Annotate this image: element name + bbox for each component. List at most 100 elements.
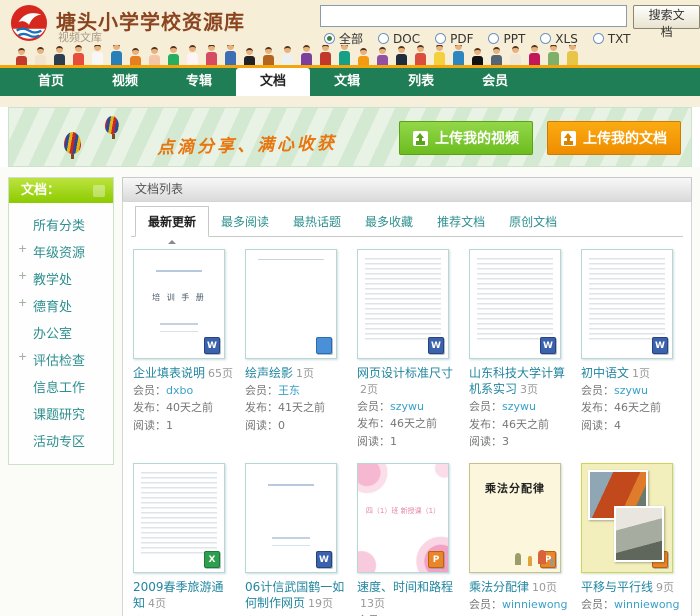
balloon-icon <box>64 132 81 159</box>
document-thumbnail[interactable]: X <box>133 463 225 574</box>
member-link[interactable]: dxbo <box>166 384 193 397</box>
document-thumbnail[interactable]: W <box>245 463 337 574</box>
document-card: W 山东科技大学计算机系实习 3页 会员：szywu 发布：46天之前 阅读：3 <box>469 249 569 449</box>
published-row: 发布：46天之前 <box>581 401 681 415</box>
panel-body: 最新更新 最多阅读 最热话题 最多收藏 推荐文档 原创文档 培 训 手 册 W … <box>122 201 692 616</box>
sidebar-item-activity-zone[interactable]: 活动专区 <box>9 427 113 454</box>
sidebar-item-info-work[interactable]: 信息工作 <box>9 373 113 400</box>
tab-original[interactable]: 原创文档 <box>497 207 569 236</box>
sidebar-item-evaluation-check[interactable]: + 评估检查 <box>9 346 113 373</box>
sidebar-item-label: 课题研究 <box>33 408 86 423</box>
sidebar-item-teaching-office[interactable]: + 教学处 <box>9 265 113 292</box>
published-label: 发布： <box>469 417 502 431</box>
document-title-link[interactable]: 平移与平行线 <box>581 580 653 594</box>
sidebar-item-office[interactable]: 办公室 <box>9 319 113 346</box>
document-thumbnail[interactable]: 培 训 手 册 W <box>133 249 225 359</box>
member-label: 会员： <box>245 384 278 398</box>
nav-item-list[interactable]: 列表 <box>384 68 458 96</box>
sidebar-item-all-categories[interactable]: 所有分类 <box>9 211 113 238</box>
document-title-link[interactable]: 企业填表说明 <box>133 366 205 380</box>
document-thumbnail[interactable] <box>245 249 337 359</box>
document-title-link[interactable]: 乘法分配律 <box>469 580 529 594</box>
search-input[interactable] <box>320 5 628 27</box>
filter-ppt[interactable]: PPT <box>488 32 525 46</box>
member-link[interactable]: winniewong <box>614 598 680 611</box>
document-thumbnail[interactable]: 乘法分配律 P <box>469 463 561 574</box>
nav-item-documents[interactable]: 文档 <box>236 68 311 96</box>
filter-doc[interactable]: DOC <box>378 32 420 46</box>
filter-txt[interactable]: TXT <box>592 32 631 46</box>
document-thumbnail[interactable]: 四（1）班 新授课（1） P <box>357 463 449 574</box>
radio-icon[interactable] <box>378 33 390 44</box>
radio-icon[interactable] <box>540 33 552 44</box>
tab-most-read[interactable]: 最多阅读 <box>209 207 281 236</box>
expand-plus-icon[interactable]: + <box>18 269 27 282</box>
tab-hot-topics[interactable]: 最热话题 <box>281 207 353 236</box>
tab-latest-updates[interactable]: 最新更新 <box>135 206 210 244</box>
page-count: 4页 <box>148 597 167 611</box>
document-title-link[interactable]: 山东科技大学计算机系实习 <box>469 366 565 396</box>
person-figure <box>111 45 122 65</box>
nav-item-home[interactable]: 首页 <box>14 68 88 96</box>
search-button[interactable]: 搜索文档 <box>633 5 700 39</box>
person-figure <box>244 48 255 65</box>
upload-document-button[interactable]: 上传我的文档 <box>547 121 681 155</box>
expand-plus-icon[interactable]: + <box>18 242 27 255</box>
document-title-link[interactable]: 速度、时间和路程 <box>357 580 453 594</box>
filter-all[interactable]: 全部 <box>324 30 363 47</box>
person-figure <box>548 45 559 65</box>
document-title-link[interactable]: 绘声绘影 <box>245 366 293 380</box>
search-area: 搜索文档 <box>320 5 700 39</box>
thumbnail-text: 乘法分配律 <box>485 482 545 496</box>
document-thumbnail[interactable]: W <box>357 249 449 359</box>
sidebar-item-moral-education[interactable]: + 德育处 <box>9 292 113 319</box>
member-link[interactable]: szywu <box>502 400 536 413</box>
file-type-icon: W <box>204 337 220 354</box>
upload-video-label: 上传我的视频 <box>435 131 519 147</box>
site-subtitle: 视频文库 <box>58 31 102 44</box>
document-thumbnail[interactable]: W <box>469 249 561 359</box>
published-row: 发布：46天之前 <box>469 418 569 432</box>
filter-pdf[interactable]: PDF <box>435 32 473 46</box>
radio-icon[interactable] <box>324 33 335 44</box>
sidebar-header: 文档： <box>9 178 113 203</box>
document-title-link[interactable]: 初中语文 <box>581 366 629 380</box>
radio-icon[interactable] <box>488 33 500 44</box>
expand-plus-icon[interactable]: + <box>18 296 27 309</box>
main-area: 文档： 所有分类 + 年级资源 + 教学处 + 德育处 办公室 + 评估检查 信息工作 … <box>0 167 700 616</box>
document-thumbnail[interactable]: W <box>581 249 673 359</box>
expand-plus-icon[interactable]: + <box>18 350 27 363</box>
member-link[interactable]: winniewong <box>502 598 568 611</box>
page-count: 2页 <box>360 383 378 397</box>
sidebar-item-label: 教学处 <box>33 273 73 288</box>
page-count: 13页 <box>360 597 385 611</box>
filter-xls[interactable]: XLS <box>540 32 578 46</box>
document-title-link[interactable]: 网页设计标准尺寸 <box>357 366 453 380</box>
reads-value: 3 <box>502 434 509 448</box>
document-card: W 06计信武国鹤一如何制作网页19页 会员：szywu <box>245 463 345 616</box>
nav-item-collection[interactable]: 文辑 <box>310 68 384 96</box>
tab-recommended[interactable]: 推荐文档 <box>425 207 497 236</box>
member-link[interactable]: szywu <box>390 400 424 413</box>
document-thumbnail[interactable]: P <box>581 463 673 574</box>
member-link[interactable]: szywu <box>614 384 648 397</box>
document-title-link[interactable]: 2009春季旅游通知 <box>133 580 224 610</box>
tab-most-favorited[interactable]: 最多收藏 <box>353 207 425 236</box>
document-card: W 网页设计标准尺寸 2页 会员：szywu 发布：46天之前 阅读：1 <box>357 249 457 449</box>
member-link[interactable]: 王东 <box>278 384 300 397</box>
filter-label: PPT <box>503 31 526 46</box>
published-label: 发布： <box>357 417 390 431</box>
radio-icon[interactable] <box>592 33 604 44</box>
file-type-icon: P <box>652 551 668 569</box>
radio-icon[interactable] <box>435 33 447 44</box>
person-figure <box>168 46 179 65</box>
sidebar-item-research[interactable]: 课题研究 <box>9 400 113 427</box>
nav-item-video[interactable]: 视频 <box>88 68 162 96</box>
person-figure <box>282 46 293 65</box>
sidebar-item-grade-resources[interactable]: + 年级资源 <box>9 238 113 265</box>
nav-item-album[interactable]: 专辑 <box>162 68 236 96</box>
person-figure <box>320 45 331 65</box>
nav-item-member[interactable]: 会员 <box>458 68 532 96</box>
upload-video-button[interactable]: 上传我的视频 <box>399 121 533 155</box>
person-figure <box>377 47 388 65</box>
